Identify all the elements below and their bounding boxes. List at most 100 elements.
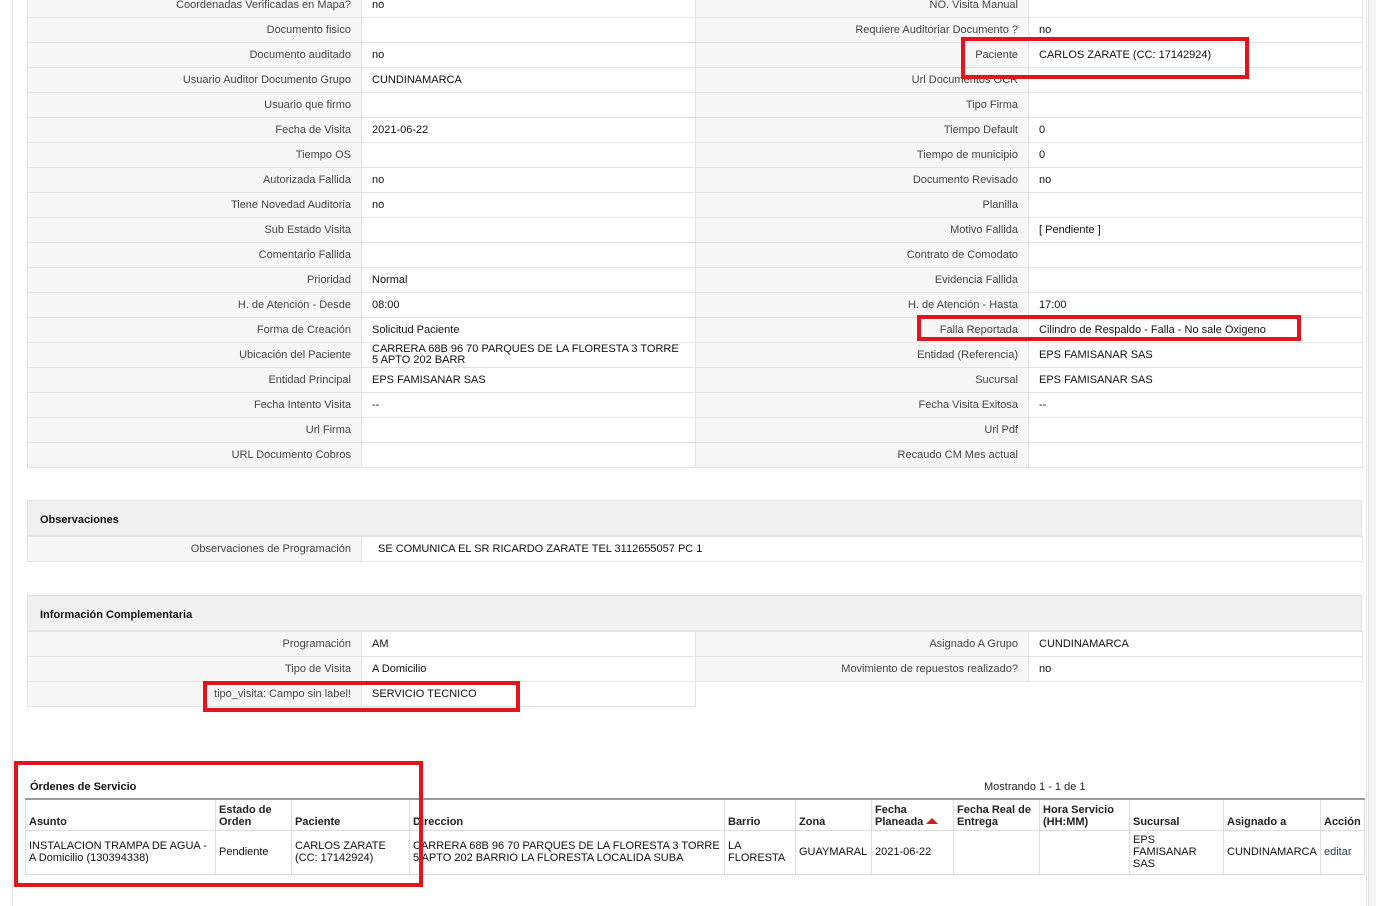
observaciones-row: Observaciones de Programación SE COMUNIC… [27, 536, 1363, 562]
column-header-fecha-planeada[interactable]: Fecha Planeada [871, 799, 954, 831]
label-tiene-novedad-auditoria: Tiene Novedad Auditoria [27, 192, 362, 218]
cell-asignado-a: CUNDINAMARCA [1223, 829, 1321, 875]
column-header-label: Zona [799, 815, 826, 828]
detail-row: Programación AM Asignado A Grupo CUNDINAMAR… [27, 631, 1363, 657]
label-paciente: Paciente [695, 42, 1029, 68]
value-tipo-firma [1028, 92, 1363, 118]
detail-row: Tiene Novedad Auditoria no Planilla [27, 192, 1363, 218]
section-title: Información Complementaria [27, 595, 1362, 631]
value-fecha-de-visita: 2021-06-22 [361, 117, 696, 143]
column-header-label: Sucursal [1133, 815, 1180, 828]
value-recaudo-cm-mes-actual [1028, 442, 1363, 468]
column-header-label: Fecha Planeada [875, 803, 924, 828]
column-header-label: Asignado a [1227, 815, 1287, 828]
detail-row: Usuario Auditor Documento Grupo CUNDINAMA… [27, 67, 1363, 93]
label-prioridad: Prioridad [27, 267, 362, 293]
label-coordenadas-verificadas-en-mapa: Coordenadas Verificadas en Mapa? [27, 0, 362, 18]
detail-row: Usuario que firmo Tipo Firma [27, 92, 1363, 118]
cell-sucursal: EPS FAMISANAR SAS [1129, 829, 1224, 875]
table-row: INSTALACION TRAMPA DE AGUA - A Domicilio… [25, 829, 1365, 875]
informacion-complementaria-section: Información Complementaria Programación A… [27, 595, 1363, 707]
detail-row: H. de Atención - Desde 08:00 H. de Atenció… [27, 292, 1363, 318]
observaciones-section: Observaciones Observaciones de Programac… [27, 500, 1363, 562]
column-header-accion[interactable]: Acción [1320, 799, 1365, 831]
column-header-zona[interactable]: Zona [795, 799, 872, 831]
value-coordenadas-verificadas-en-mapa: no [361, 0, 696, 18]
detail-row: Coordenadas Verificadas en Mapa? no NO. Vi… [27, 0, 1363, 18]
label-motivo-fallida: Motivo Fallida [695, 217, 1029, 243]
label-tiempo-default: Tiempo Default [695, 117, 1029, 143]
column-header-label: Asunto [29, 815, 67, 828]
value-no-visita-manual [1028, 0, 1363, 18]
column-header-hora-servicio-hh-mm[interactable]: Hora Servicio (HH:MM) [1039, 799, 1130, 831]
cell-accion: editar [1320, 829, 1365, 875]
field-label: Observaciones de Programación [27, 536, 362, 562]
column-header-fecha-real-de-entrega[interactable]: Fecha Real de Entrega [953, 799, 1040, 831]
cell-asunto: INSTALACION TRAMPA DE AGUA - A Domicilio… [25, 829, 216, 875]
label-url-pdf: Url Pdf [695, 417, 1029, 443]
value-url-pdf [1028, 417, 1363, 443]
value-tiempo-de-municipio: 0 [1028, 142, 1363, 168]
column-header-label: Barrio [728, 815, 761, 828]
value-fecha-intento-visita: -- [361, 392, 696, 418]
detail-row: Forma de Creación Solicitud Paciente Falla… [27, 317, 1363, 343]
value-h-de-atencion-desde: 08:00 [361, 292, 696, 318]
value-tipo-de-visita: A Domicilio [361, 656, 696, 682]
value-sucursal: EPS FAMISANAR SAS [1028, 367, 1363, 393]
label-url-firma: Url Firma [27, 417, 362, 443]
value-requiere-auditoriar-documento: no [1028, 17, 1363, 43]
vertical-scrollbar[interactable] [1368, 0, 1376, 906]
label-entidad-principal: Entidad Principal [27, 367, 362, 393]
value-tiene-novedad-auditoria: no [361, 192, 696, 218]
column-header-sucursal[interactable]: Sucursal [1129, 799, 1224, 831]
label-contrato-de-comodato: Contrato de Comodato [695, 242, 1029, 268]
value-fecha-visita-exitosa: -- [1028, 392, 1363, 418]
column-header-direccion[interactable]: Direccion [409, 799, 725, 831]
detail-row: Entidad Principal EPS FAMISANAR SAS Sucurs… [27, 367, 1363, 393]
value-usuario-que-firmo [361, 92, 696, 118]
label-planilla: Planilla [695, 192, 1029, 218]
value-tiempo-default: 0 [1028, 117, 1363, 143]
detail-row: Sub Estado Visita Motivo Fallida[ Pendien… [27, 217, 1363, 243]
sort-asc-icon[interactable] [926, 817, 939, 824]
value-usuario-auditor-documento-grupo: CUNDINAMARCA [361, 67, 696, 93]
page-frame-left [12, 0, 13, 906]
visit-detail-grid: Coordenadas Verificadas en Mapa? no NO. Vi… [27, 0, 1363, 468]
column-header-asunto[interactable]: Asunto [25, 799, 216, 831]
cell-direccion: CARRERA 68B 96 70 PARQUES DE LA FLORESTA… [409, 829, 725, 875]
label-fecha-de-visita: Fecha de Visita [27, 117, 362, 143]
value-planilla [1028, 192, 1363, 218]
value-motivo-fallida: [ Pendiente ] [1028, 217, 1363, 243]
detail-row: Autorizada Fallida no Documento Revisado no [27, 167, 1363, 193]
label-usuario-auditor-documento-grupo: Usuario Auditor Documento Grupo [27, 67, 362, 93]
detail-row: Documento auditado no Paciente CARLOS ZARAT… [27, 42, 1363, 68]
value-documento-revisado: no [1028, 167, 1363, 193]
label-asignado-a-grupo: Asignado A Grupo [695, 631, 1029, 657]
value-forma-de-creacion: Solicitud Paciente [361, 317, 696, 343]
detail-row: Url Firma Url Pdf [27, 417, 1363, 443]
column-header-label: Hora Servicio (HH:MM) [1043, 803, 1114, 828]
label-comentario-fallida: Comentario Fallida [27, 242, 362, 268]
value-entidad-referencia: EPS FAMISANAR SAS [1028, 342, 1363, 368]
label-documento-auditado: Documento auditado [27, 42, 362, 68]
value-comentario-fallida [361, 242, 696, 268]
edit-link[interactable]: editar [1324, 846, 1352, 858]
label-programacion: Programación [27, 631, 362, 657]
column-header-asignado-a[interactable]: Asignado a [1223, 799, 1321, 831]
label-documento-revisado: Documento Revisado [695, 167, 1029, 193]
value-documento-fisico [361, 17, 696, 43]
cell-barrio: LA FLORESTA [724, 829, 796, 875]
column-header-paciente[interactable]: Paciente [291, 799, 410, 831]
value-sub-estado-visita [361, 217, 696, 243]
label-entidad-referencia: Entidad (Referencia) [695, 342, 1029, 368]
detail-row: URL Documento Cobros Recaudo CM Mes actua… [27, 442, 1363, 468]
column-header-barrio[interactable]: Barrio [724, 799, 796, 831]
label-ubicacion-del-paciente: Ubicación del Paciente [27, 342, 362, 368]
label-usuario-que-firmo: Usuario que firmo [27, 92, 362, 118]
detail-row: Ubicación del Paciente CARRERA 68B 96 70 … [27, 342, 1363, 368]
label-tipo-firma: Tipo Firma [695, 92, 1029, 118]
column-header-estado-de-orden[interactable]: Estado de Orden [215, 799, 292, 831]
label-url-documentos-ocr: Url Documentos OCR [695, 67, 1029, 93]
cell-hora-servicio-hh-mm [1039, 829, 1130, 875]
orders-title: Órdenes de Servicio [30, 781, 137, 793]
